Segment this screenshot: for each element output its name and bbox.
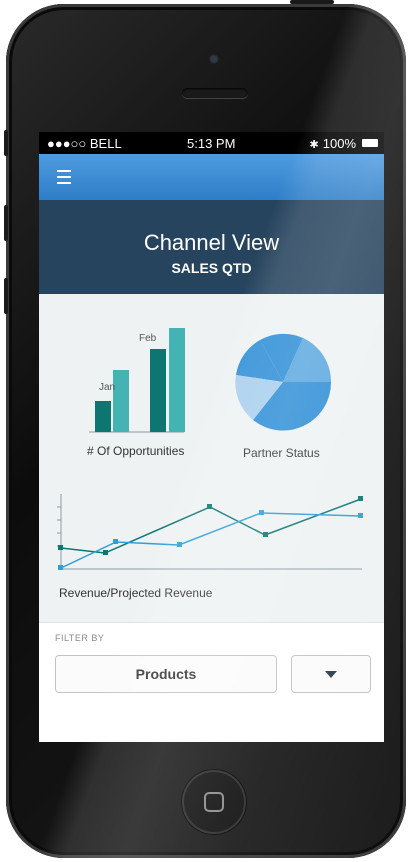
projected-point[interactable] bbox=[58, 565, 63, 570]
revenue-point[interactable] bbox=[207, 504, 212, 509]
opportunities-chart-title: # Of Opportunities bbox=[87, 444, 185, 458]
projected-point[interactable] bbox=[113, 539, 118, 544]
dashboard-content: Jan Feb # Of Opportunities Partner Statu… bbox=[39, 294, 384, 622]
products-button[interactable]: Products bbox=[55, 655, 277, 693]
revenue-point[interactable] bbox=[263, 532, 268, 537]
front-camera bbox=[209, 54, 219, 64]
bar-feb-b[interactable] bbox=[169, 328, 185, 432]
caret-down-icon bbox=[325, 670, 337, 678]
projected-point[interactable] bbox=[177, 542, 182, 547]
battery-percent: ✱ 100% bbox=[310, 136, 356, 151]
page-header: Channel View SALES QTD bbox=[39, 200, 384, 294]
line-chart bbox=[57, 494, 363, 570]
battery-icon bbox=[362, 139, 378, 147]
revenue-chart-title: Revenue/Projected Revenue bbox=[59, 586, 213, 600]
nav-bar bbox=[39, 154, 384, 200]
bar-jan-b[interactable] bbox=[113, 370, 129, 432]
battery-text: 100% bbox=[322, 136, 356, 151]
page-title: Channel View bbox=[143, 230, 280, 255]
status-bar: ●●●○○ BELL 5:13 PM ✱ 100% bbox=[39, 132, 384, 154]
revenue-point[interactable] bbox=[358, 496, 363, 501]
bar-label-jan: Jan bbox=[99, 382, 115, 393]
projected-point[interactable] bbox=[358, 513, 363, 518]
carrier-signal: ●●●○○ BELL bbox=[47, 136, 122, 151]
power-button bbox=[290, 0, 334, 4]
home-button[interactable] bbox=[182, 770, 246, 834]
revenue-point[interactable] bbox=[58, 545, 63, 550]
status-time: 5:13 PM bbox=[187, 136, 236, 151]
revenue-point[interactable] bbox=[103, 550, 108, 555]
bar-label-feb: Feb bbox=[139, 333, 157, 344]
volume-down-button bbox=[4, 278, 8, 314]
earpiece-speaker bbox=[182, 88, 248, 98]
home-square-icon bbox=[204, 792, 224, 812]
bar-jan-a[interactable] bbox=[95, 401, 111, 432]
charts-canvas: Jan Feb bbox=[57, 328, 363, 570]
app-screen: ●●●○○ BELL 5:13 PM ✱ 100% Channel View SA… bbox=[39, 132, 384, 742]
pie-chart bbox=[235, 333, 332, 431]
filter-label: FILTER BY bbox=[55, 633, 105, 643]
hamburger-menu-icon[interactable] bbox=[57, 170, 71, 184]
page-subtitle: SALES QTD bbox=[171, 260, 252, 276]
mute-switch bbox=[4, 130, 8, 156]
bar-feb-a[interactable] bbox=[150, 349, 166, 432]
volume-up-button bbox=[4, 205, 8, 241]
partner-chart-title: Partner Status bbox=[243, 446, 320, 460]
series-projected bbox=[60, 512, 362, 569]
filter-panel: FILTER BY Products bbox=[39, 622, 384, 742]
projected-point[interactable] bbox=[259, 510, 264, 515]
filter-dropdown-button[interactable] bbox=[291, 655, 371, 693]
bluetooth-icon: ✱ bbox=[309, 139, 319, 151]
